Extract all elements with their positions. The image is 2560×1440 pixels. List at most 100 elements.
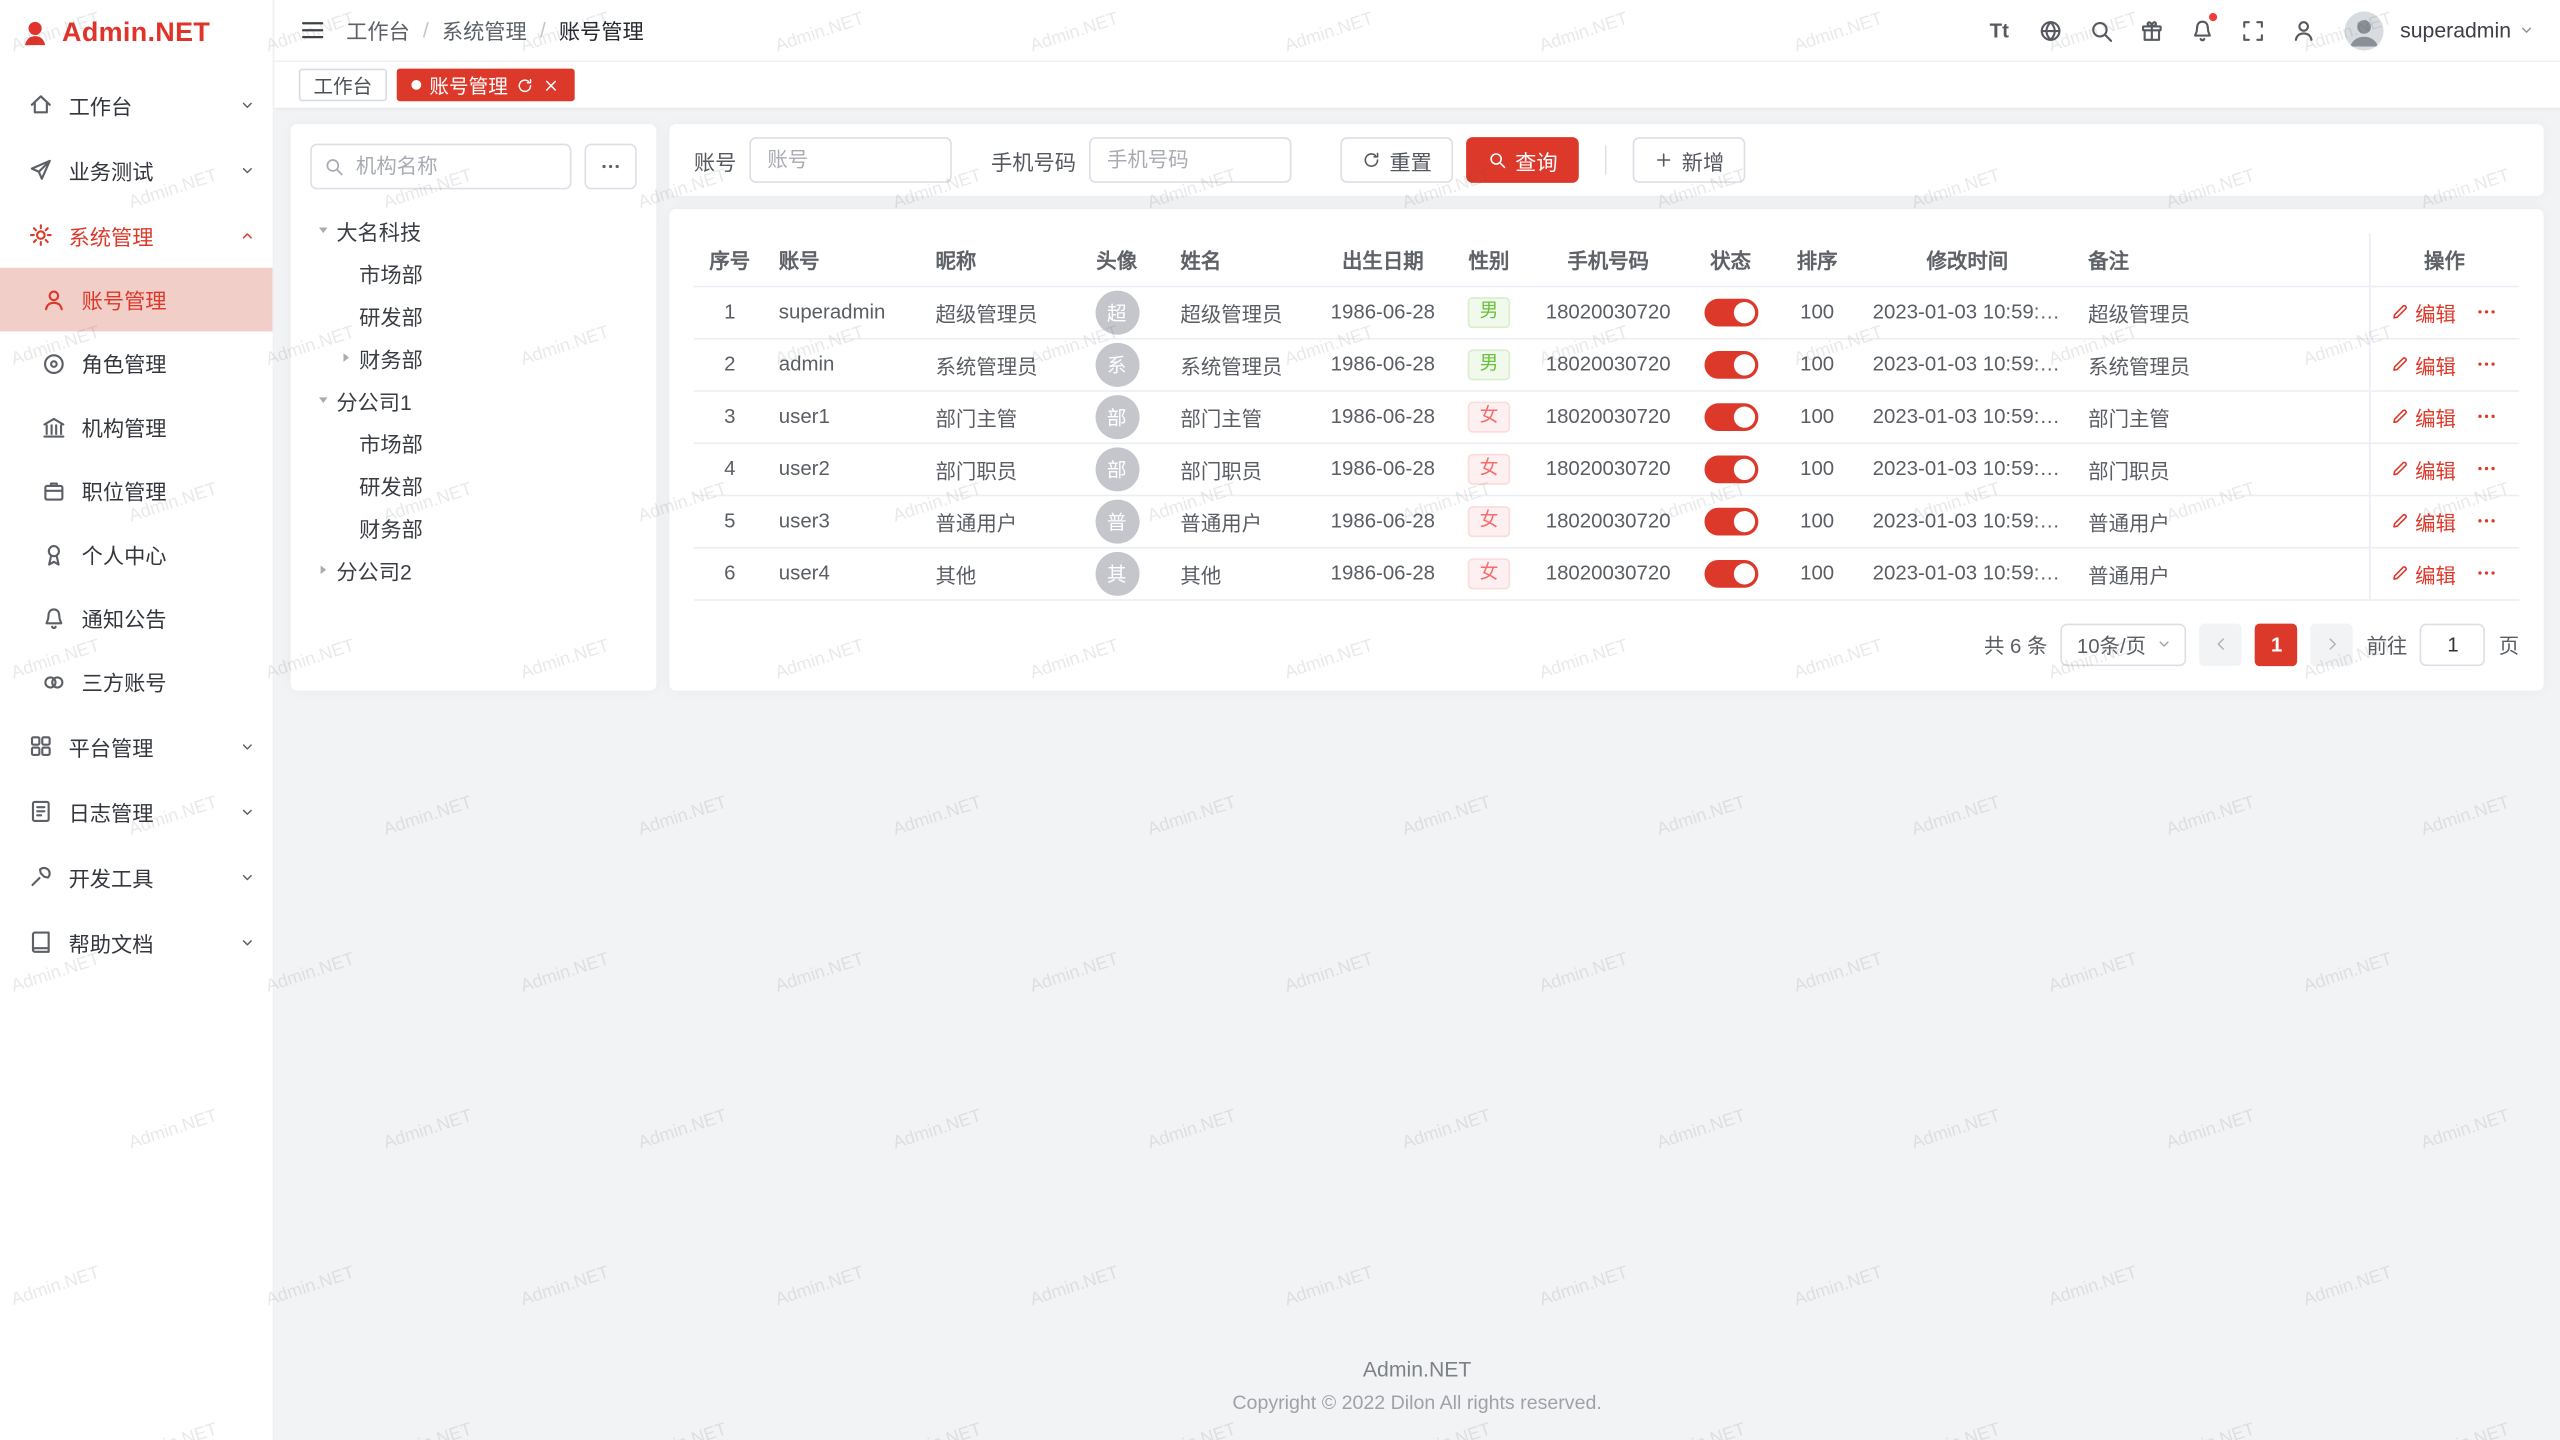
tree-node[interactable]: 分公司2 [310, 549, 637, 591]
reset-button[interactable]: 重置 [1340, 137, 1453, 183]
sidebar-subitem[interactable]: 三方账号 [0, 650, 273, 714]
status-toggle[interactable] [1704, 455, 1758, 483]
sidebar-item[interactable]: 平台管理 [0, 713, 273, 778]
status-toggle[interactable] [1704, 507, 1758, 535]
prev-page-button[interactable] [2200, 623, 2242, 665]
edit-button[interactable]: 编辑 [2391, 296, 2456, 327]
cell-order: 100 [1775, 547, 1860, 599]
search-icon[interactable] [2078, 8, 2122, 52]
footer-copyright: Copyright © 2022 Dilon All rights reserv… [274, 1391, 2560, 1414]
tree-more-button[interactable] [584, 144, 636, 190]
table-row: 1superadmin超级管理员超超级管理员1986-06-28男1802003… [694, 286, 2519, 338]
cell-order: 100 [1775, 390, 1860, 442]
cell-index: 5 [694, 495, 766, 547]
table-row: 5user3普通用户普普通用户1986-06-28女18020030720100… [694, 495, 2519, 547]
edit-button[interactable]: 编辑 [2391, 558, 2456, 589]
table-row: 4user2部门职员部部门职员1986-06-28女18020030720100… [694, 442, 2519, 494]
add-button[interactable]: 新增 [1633, 137, 1746, 183]
column-header: 账号 [766, 233, 923, 285]
sidebar-subitem[interactable]: 个人中心 [0, 522, 273, 586]
sidebar-subitem[interactable]: 账号管理 [0, 268, 273, 332]
org-search-input[interactable] [310, 144, 571, 190]
page-size-select[interactable]: 10条/页 [2061, 623, 2187, 665]
refresh-icon[interactable] [516, 76, 534, 94]
edit-button[interactable]: 编辑 [2391, 401, 2456, 432]
next-page-button[interactable] [2311, 623, 2353, 665]
tree-node-label: 大名科技 [336, 215, 421, 246]
header-right: Tt superadmin [1977, 8, 2535, 52]
more-actions-button[interactable] [2476, 457, 2499, 480]
close-icon[interactable] [542, 76, 560, 94]
edit-label: 编辑 [2415, 558, 2456, 589]
cell-index: 1 [694, 286, 766, 338]
user-menu[interactable]: superadmin [2400, 18, 2535, 42]
search-button[interactable]: 查询 [1466, 137, 1579, 183]
gender-tag: 男 [1468, 296, 1510, 327]
theme-icon[interactable] [2129, 8, 2173, 52]
divider [1605, 145, 1607, 174]
cell-avatar: 系 [1066, 338, 1167, 390]
sidebar-item[interactable]: 帮助文档 [0, 909, 273, 974]
font-size-icon[interactable]: Tt [1977, 8, 2021, 52]
third-icon [41, 669, 67, 695]
sidebar-item-label: 日志管理 [69, 796, 239, 827]
language-icon[interactable] [2028, 8, 2072, 52]
home-icon [28, 91, 54, 117]
tree-node[interactable]: 市场部 [310, 421, 637, 463]
caret-right-icon[interactable] [310, 558, 334, 582]
sidebar-item[interactable]: 日志管理 [0, 779, 273, 844]
tree-node[interactable]: 市场部 [310, 251, 637, 293]
caret-right-icon[interactable] [333, 345, 357, 369]
breadcrumb-item[interactable]: 系统管理 [442, 15, 527, 46]
tree-node[interactable]: 大名科技 [310, 209, 637, 251]
caret-down-icon[interactable] [310, 218, 334, 242]
edit-button[interactable]: 编辑 [2391, 453, 2456, 484]
caret-down-icon[interactable] [310, 388, 334, 412]
account-input[interactable] [749, 137, 951, 183]
chevron-down-icon [238, 96, 256, 114]
sidebar-item[interactable]: 系统管理 [0, 202, 273, 267]
column-header: 修改时间 [1860, 233, 2076, 285]
grid-icon [28, 733, 54, 759]
more-actions-button[interactable] [2476, 562, 2499, 585]
tree-node[interactable]: 研发部 [310, 294, 637, 336]
sidebar-subitem[interactable]: 通知公告 [0, 586, 273, 650]
more-actions-button[interactable] [2476, 353, 2499, 376]
tree-node-label: 研发部 [359, 469, 423, 500]
status-toggle[interactable] [1704, 298, 1758, 326]
breadcrumb-item[interactable]: 工作台 [346, 15, 410, 46]
status-toggle[interactable] [1704, 402, 1758, 430]
tree-node[interactable]: 研发部 [310, 464, 637, 506]
tab-1[interactable]: 工作台 [299, 69, 387, 102]
toggle-knob [1733, 353, 1754, 374]
tree-node[interactable]: 财务部 [310, 506, 637, 548]
more-actions-button[interactable] [2476, 509, 2499, 532]
tab-2[interactable]: 账号管理 [397, 69, 575, 102]
sidebar-item[interactable]: 工作台 [0, 72, 273, 137]
page-1-button[interactable]: 1 [2255, 623, 2297, 665]
user-avatar[interactable] [2345, 11, 2384, 50]
edit-icon [2391, 511, 2411, 531]
notification-icon[interactable] [2180, 8, 2224, 52]
sidebar-subitem[interactable]: 职位管理 [0, 459, 273, 523]
goto-page-input[interactable] [2420, 623, 2485, 665]
app-logo[interactable]: Admin.NET [0, 0, 273, 65]
tree-node[interactable]: 分公司1 [310, 379, 637, 421]
sidebar-subitem[interactable]: 机构管理 [0, 395, 273, 459]
sidebar-subitem-label: 个人中心 [82, 539, 257, 570]
sidebar-item[interactable]: 开发工具 [0, 844, 273, 909]
profile-icon[interactable] [2281, 8, 2325, 52]
sidebar-item[interactable]: 业务测试 [0, 137, 273, 202]
more-actions-button[interactable] [2476, 405, 2499, 428]
edit-button[interactable]: 编辑 [2391, 349, 2456, 380]
fullscreen-icon[interactable] [2230, 8, 2274, 52]
phone-input[interactable] [1089, 137, 1291, 183]
hamburger-menu-icon[interactable] [299, 16, 327, 44]
edit-button[interactable]: 编辑 [2391, 505, 2456, 536]
sidebar-subitem[interactable]: 角色管理 [0, 331, 273, 395]
tree-node[interactable]: 财务部 [310, 336, 637, 378]
status-toggle[interactable] [1704, 559, 1758, 587]
more-actions-button[interactable] [2476, 300, 2499, 323]
status-toggle[interactable] [1704, 350, 1758, 378]
cell-phone: 18020030720 [1530, 547, 1687, 599]
